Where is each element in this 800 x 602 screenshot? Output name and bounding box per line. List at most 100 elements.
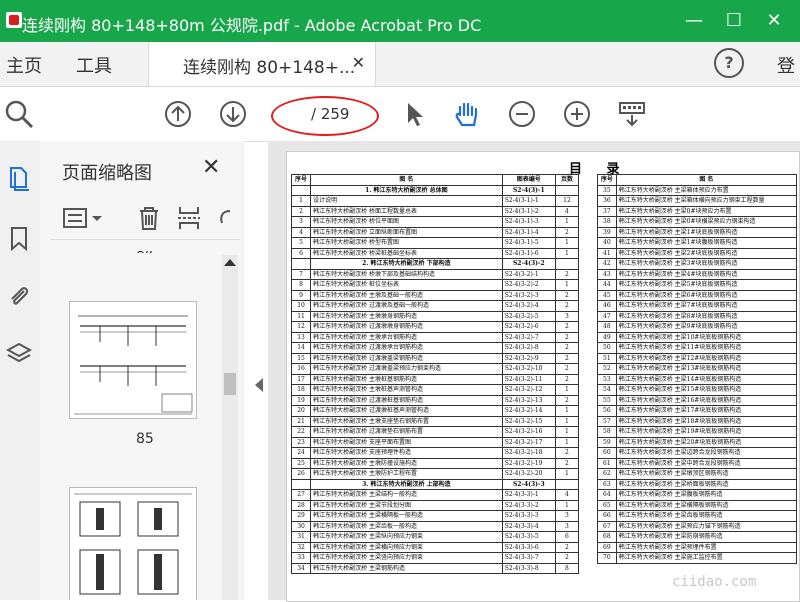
row-pages: 2 [554,394,580,406]
previous-page-icon[interactable] [163,99,193,129]
row-number: 42 [597,258,617,270]
attachment-icon[interactable] [6,283,32,309]
keyboard-icon[interactable] [617,99,647,129]
minimize-icon[interactable]: — [676,6,712,36]
thumbnail-page-85[interactable] [69,301,197,419]
row-number: 49 [597,331,617,343]
document-tab[interactable]: 连续刚构 80+148+... ✕ [148,42,376,86]
scrollbar-thumb[interactable] [224,373,236,395]
row-number: 41 [597,247,617,259]
row-name: 韩江东特大桥副汊桥 主梁节段划分图 [310,499,503,511]
page-thumbnails-icon[interactable] [6,165,32,191]
header-name: 图 名 [615,174,798,186]
row-name: 韩江东特大桥副汊桥 主墩及基础一般构造 [310,289,503,301]
row-code: S2-4(3-3)-4 [501,520,556,532]
row-number: 68 [597,531,617,543]
search-zoom-icon[interactable] [4,99,34,129]
row-name: 韩江东特大桥副汊桥 主梁2#块底板钢筋构造 [615,247,798,259]
table-row: 11 韩江东特大桥副汊桥 主墩墩身钢筋构造 S2-4(3-2)-5 3 [290,310,580,322]
row-pages: 2 [554,363,580,375]
row-name: 韩江东特大桥副汊桥 主梁齿板一般构造 [310,520,503,532]
row-name: 韩江东特大桥副汊桥 主梁6#块底板钢筋构造 [615,289,798,301]
table-cell [290,478,312,490]
close-icon[interactable]: ✕ [756,6,792,36]
header-no: 序号 [597,174,617,186]
section-title: 1. 韩江东特大桥副汊桥 总体图 [310,184,503,196]
row-code: S2-4(3-2)-16 [501,426,556,438]
layers-icon[interactable] [6,341,32,367]
menu-tools[interactable]: 工具 [76,52,112,78]
row-code: S2-4(3-3)-8 [501,562,556,574]
row-number: 22 [290,426,312,438]
row-code: S2-4(3-2)-14 [501,405,556,417]
row-number: 61 [597,457,617,469]
table-cell [554,478,580,490]
rotate-page-icon[interactable] [214,205,234,231]
table-row: 45 韩江东特大桥副汊桥 主梁6#块底板钢筋构造 [597,289,798,301]
row-number: 64 [597,489,617,501]
page-number-box: / 259 [271,96,379,136]
select-pointer-icon[interactable] [400,99,430,129]
next-page-icon[interactable] [218,99,248,129]
panel-close-icon[interactable]: ✕ [202,155,220,180]
row-name: 韩江东特大桥副汊桥 主墩墩身钢筋构造 [310,310,503,322]
menu-home[interactable]: 主页 [6,52,42,78]
table-row: 57 韩江东特大桥副汊桥 主梁18#块底板钢筋构造 [597,415,798,427]
row-code: S2-4(3-1)-5 [501,237,556,249]
table-row: 54 韩江东特大桥副汊桥 主梁15#块底板钢筋构造 [597,384,798,396]
zoom-in-icon[interactable] [562,99,592,129]
help-icon[interactable]: ? [714,48,744,78]
extract-page-icon[interactable] [176,205,202,231]
row-pages: 2 [554,226,580,238]
row-pages: 2 [554,457,580,469]
row-name: 韩江东特大桥副汊桥 主梁箱体预应力布置 [615,184,798,196]
row-number: 39 [597,226,617,238]
row-number: 37 [597,205,617,217]
thumbnail-scrollbar[interactable] [222,255,238,600]
row-pages: 1 [554,405,580,417]
row-number: 50 [597,342,617,354]
thumbnail-page-86[interactable] [69,487,197,600]
row-code: S2-4(3-2)-1 [501,268,556,280]
row-name: 韩江东特大桥副汊桥 主梁纵向预应力钢束 [310,531,503,543]
row-code: S2-4(3-1)-4 [501,226,556,238]
row-code: S2-4(3-1)-2 [501,205,556,217]
row-name: 韩江东特大桥副汊桥 主墩防护工程布置 [310,468,503,480]
table-row: 36 韩江东特大桥副汊桥 主梁箱体横向预应力钢束工程数量 [597,195,798,207]
section-code: S2-4(3)-1 [501,184,556,196]
left-navigation-rail [0,141,41,600]
table-row: 68 韩江东特大桥副汊桥 主梁防崩钢筋构造 [597,531,798,543]
row-code: S2-4(3-2)-7 [501,331,556,343]
table-row: 25 韩江东特大桥副汊桥 主墩防撞设施构造 S2-4(3-2)-19 2 [290,457,580,469]
row-pages: 2 [554,289,580,301]
document-view[interactable]: 目 录 序号 图 名 图表编号 页数 1. 韩江东特大桥副汊桥 总体图 S2-4(… [268,141,800,602]
thumbnail-drawing-85 [74,315,193,415]
zoom-out-icon[interactable] [507,99,537,129]
thumbnail-options-icon[interactable] [62,205,106,231]
login-button[interactable]: 登 [777,52,795,78]
hand-tool-icon[interactable] [452,99,482,129]
tab-close-icon[interactable]: ✕ [352,53,365,72]
table-cell [554,184,580,196]
row-number: 28 [290,499,312,511]
collapse-panel-icon[interactable] [255,378,263,392]
row-code: S2-4(3-2)-9 [501,352,556,364]
watermark: ciidao.com [672,574,757,590]
maximize-icon[interactable]: ☐ [716,6,752,36]
row-number: 59 [597,436,617,448]
row-number: 32 [290,541,312,553]
row-name: 韩江东特大桥副汊桥 过渡墩盖梁钢筋构造 [310,352,503,364]
row-name: 韩江东特大桥副汊桥 过渡墩墩身钢筋构造 [310,321,503,333]
delete-page-icon[interactable] [136,205,162,231]
row-name: 韩江东特大桥副汊桥 过渡墩承台钢筋构造 [310,342,503,354]
row-code: S2-4(3-2)-19 [501,457,556,469]
table-cell [554,258,580,270]
row-name: 韩江东特大桥副汊桥 过渡墩及基础一般构造 [310,300,503,312]
row-name: 韩江东特大桥副汊桥 过渡墩盖梁预应力钢束构造 [310,363,503,375]
section-row: 3. 韩江东特大桥副汊桥 上部构造 S2-4(3)-3 [290,478,580,490]
row-code: S2-4(3-2)-5 [501,310,556,322]
table-row: 53 韩江东特大桥副汊桥 主梁14#块底板钢筋构造 [597,373,798,385]
bookmark-icon[interactable] [6,225,32,251]
table-row: 69 韩江东特大桥副汊桥 主梁预埋件布置 [597,541,798,553]
scroll-up-icon[interactable] [224,259,236,266]
